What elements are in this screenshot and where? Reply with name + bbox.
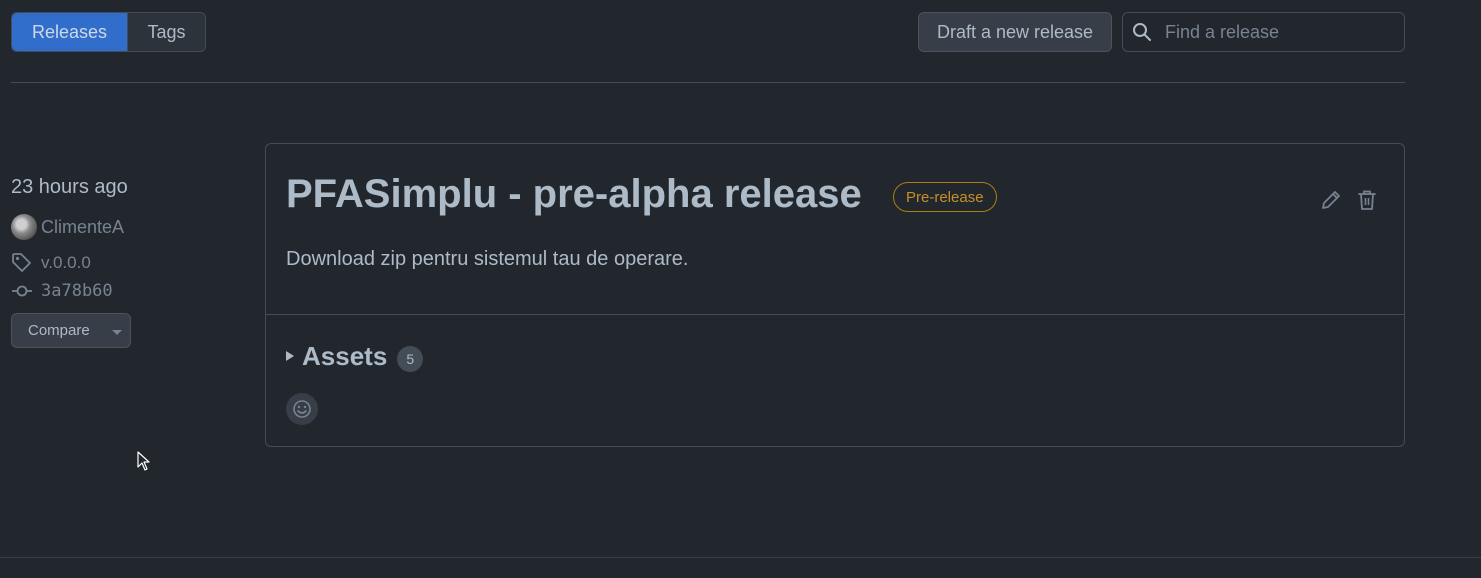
- tag-icon: [11, 252, 33, 274]
- commit-sha[interactable]: 3a78b60: [41, 281, 113, 301]
- disclosure-triangle-icon: [286, 351, 294, 361]
- releases-page: Releases Tags Draft a new release 23 hou…: [0, 0, 1481, 578]
- smiley-icon: [292, 399, 312, 419]
- git-commit-icon: [11, 280, 33, 302]
- releases-tags-toggle: Releases Tags: [11, 12, 206, 52]
- tab-releases[interactable]: Releases: [12, 13, 127, 51]
- release-description: Download zip pentru sistemul tau de oper…: [286, 248, 689, 270]
- search-input[interactable]: [1163, 20, 1387, 44]
- release-time: 23 hours ago: [11, 176, 128, 198]
- avatar[interactable]: [11, 214, 37, 240]
- tag-name[interactable]: v.0.0.0: [41, 253, 91, 273]
- release-search[interactable]: [1122, 12, 1405, 52]
- release-card: PFASimplu - pre-alpha release Pre-releas…: [265, 143, 1405, 447]
- mouse-cursor-icon: [137, 451, 151, 471]
- footer-divider: [0, 557, 1481, 558]
- assets-label: Assets: [302, 340, 388, 371]
- draft-new-release-button[interactable]: Draft a new release: [918, 12, 1112, 52]
- tab-tags[interactable]: Tags: [127, 13, 205, 51]
- search-icon: [1132, 22, 1152, 42]
- add-reaction-button[interactable]: [286, 393, 318, 425]
- release-commit[interactable]: 3a78b60: [11, 280, 113, 302]
- release-tag[interactable]: v.0.0.0: [11, 252, 91, 274]
- prerelease-badge: Pre-release: [893, 182, 997, 212]
- author-name[interactable]: ClimenteA: [41, 217, 124, 238]
- card-divider: [266, 314, 1404, 315]
- release-title[interactable]: PFASimplu - pre-alpha release: [286, 172, 862, 217]
- chevron-down-icon: [111, 330, 122, 335]
- compare-button[interactable]: Compare: [11, 313, 131, 348]
- assets-count: 5: [397, 346, 424, 372]
- trash-icon[interactable]: [1356, 189, 1378, 211]
- assets-toggle[interactable]: Assets 5: [286, 340, 424, 372]
- pencil-icon[interactable]: [1320, 189, 1342, 211]
- header-divider: [11, 82, 1405, 83]
- compare-label: Compare: [28, 322, 90, 339]
- release-author[interactable]: ClimenteA: [11, 214, 124, 240]
